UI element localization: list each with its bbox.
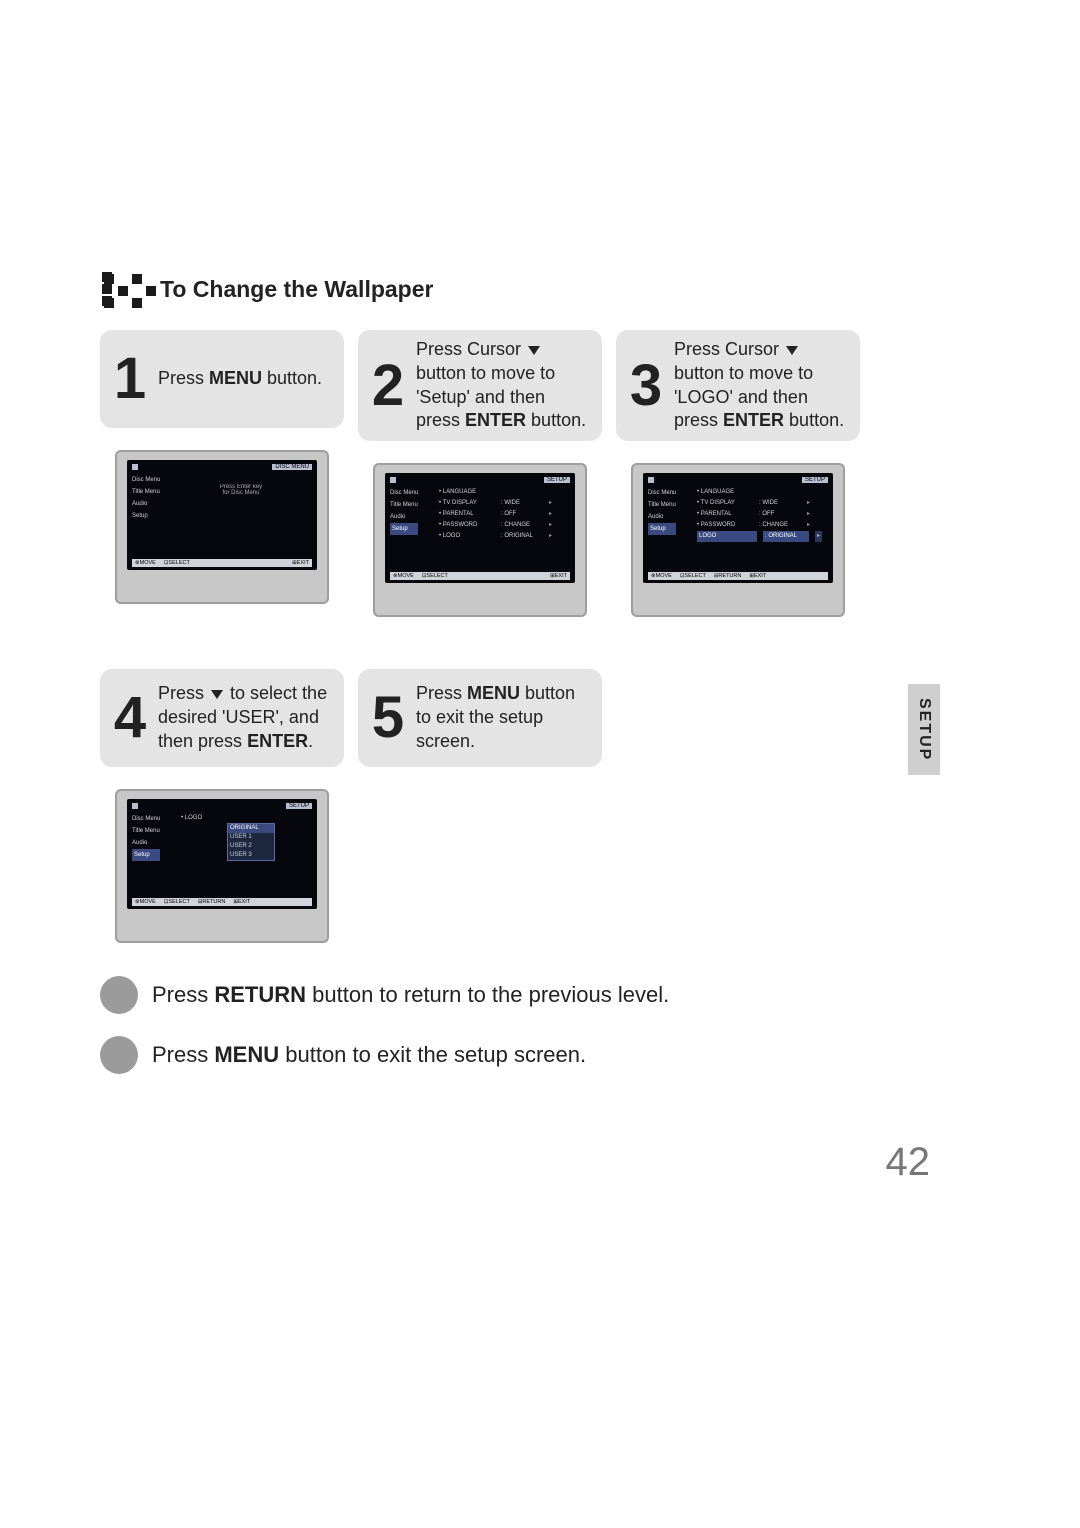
footer-notes: Press RETURN button to return to the pre… (100, 976, 890, 1096)
step-number: 3 (628, 357, 664, 415)
osd-sidebar: Disc MenuTitle MenuAudioSetup (390, 487, 418, 535)
step-4: 4 Press to select the desired 'USER', an… (100, 669, 344, 943)
step-text: Press Cursor button to move to 'LOGO' an… (674, 338, 848, 433)
bullet-icon (100, 1036, 138, 1074)
step-number: 5 (370, 689, 406, 747)
osd-dropdown: ORIGINAL USER 1 USER 2 USER 3 (227, 823, 275, 861)
down-arrow-icon (528, 346, 540, 355)
down-arrow-icon (211, 690, 223, 699)
tv-illustration: DISC MENU Disc Menu Title Menu Audio Set… (100, 450, 344, 604)
step-text: Press to select the desired 'USER', and … (158, 682, 332, 753)
pixel-arrow-icon (100, 270, 150, 308)
steps-grid: 1 Press MENU button. DISC MENU Disc Menu… (100, 330, 890, 943)
step-3: 3 Press Cursor button to move to 'LOGO' … (616, 330, 860, 617)
step-number: 4 (112, 689, 148, 747)
page-number: 42 (886, 1140, 931, 1185)
step-text: Press MENU button. (158, 367, 322, 391)
step-2: 2 Press Cursor button to move to 'Setup'… (358, 330, 602, 617)
note-row: Press MENU button to exit the setup scre… (100, 1036, 890, 1074)
osd-header-right: DISC MENU (272, 464, 312, 470)
note-row: Press RETURN button to return to the pre… (100, 976, 890, 1014)
section-heading-row: To Change the Wallpaper (100, 270, 890, 308)
step-text: Press MENU button to exit the setup scre… (416, 682, 590, 753)
osd-rows: • LANGUAGE • TV DISPLAY: WIDE▸ • PARENTA… (697, 487, 822, 542)
osd-footer: ⊗MOVE ⊡SELECT ⊞EXIT (132, 559, 312, 567)
note-text: Press MENU button to exit the setup scre… (152, 1042, 586, 1068)
osd-header-left (132, 464, 138, 470)
section-heading: To Change the Wallpaper (160, 276, 433, 303)
osd-center-text: Press Enter key for Disc Menu (191, 484, 291, 496)
step-1: 1 Press MENU button. DISC MENU Disc Menu… (100, 330, 344, 617)
down-arrow-icon (786, 346, 798, 355)
step-5: 5 Press MENU button to exit the setup sc… (358, 669, 602, 943)
note-text: Press RETURN button to return to the pre… (152, 982, 669, 1008)
manual-page: To Change the Wallpaper 1 Press MENU but… (100, 270, 890, 943)
step-banner: 1 Press MENU button. (100, 330, 344, 428)
bullet-icon (100, 976, 138, 1014)
step-number: 2 (370, 357, 406, 415)
osd-sidebar: Disc Menu Title Menu Audio Setup (132, 474, 160, 522)
side-tab-setup: SETUP (908, 684, 940, 775)
step-number: 1 (112, 350, 148, 408)
osd-rows: • LANGUAGE • TV DISPLAY: WIDE▸ • PARENTA… (439, 487, 552, 542)
step-text: Press Cursor button to move to 'Setup' a… (416, 338, 590, 433)
